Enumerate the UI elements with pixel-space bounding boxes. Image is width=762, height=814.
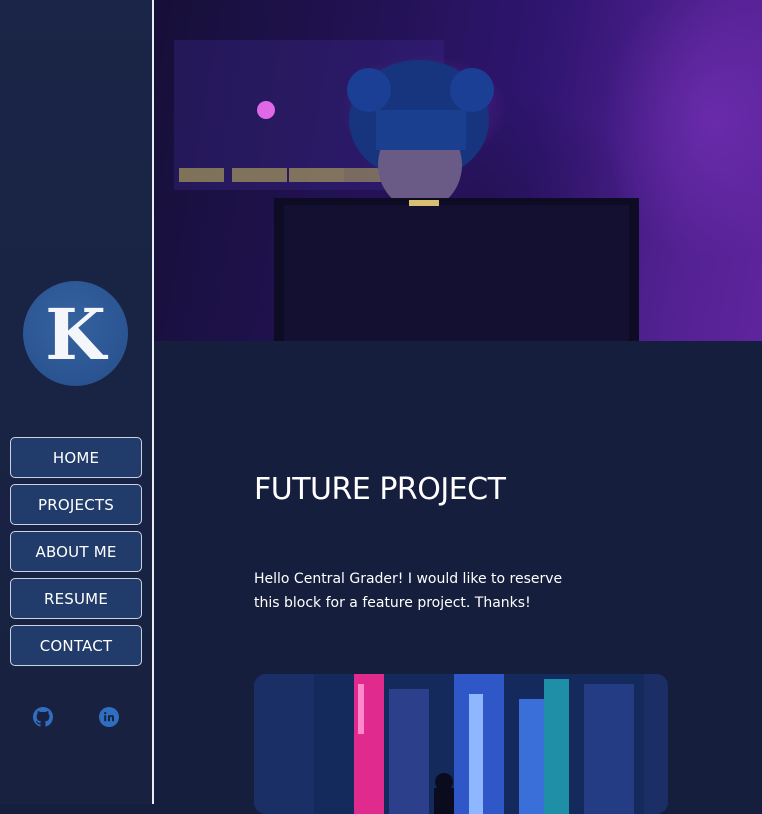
linkedin-icon[interactable] (99, 707, 119, 727)
hero-image (154, 0, 762, 341)
nav-about-me-button[interactable]: ABOUT ME (10, 531, 142, 572)
nav-resume-button[interactable]: RESUME (10, 578, 142, 619)
nav-home-button[interactable]: HOME (10, 437, 142, 478)
sidebar: K HOME PROJECTS ABOUT ME RESUME CONTACT (0, 0, 154, 804)
logo-letter: K (45, 292, 106, 376)
github-icon[interactable] (33, 707, 53, 727)
page-title: FUTURE PROJECT (254, 472, 506, 507)
nav-contact-button[interactable]: CONTACT (10, 625, 142, 666)
logo[interactable]: K (23, 281, 128, 386)
project-image[interactable] (254, 674, 668, 814)
project-description: Hello Central Grader! I would like to re… (254, 571, 563, 611)
nav-projects-button[interactable]: PROJECTS (10, 484, 142, 525)
